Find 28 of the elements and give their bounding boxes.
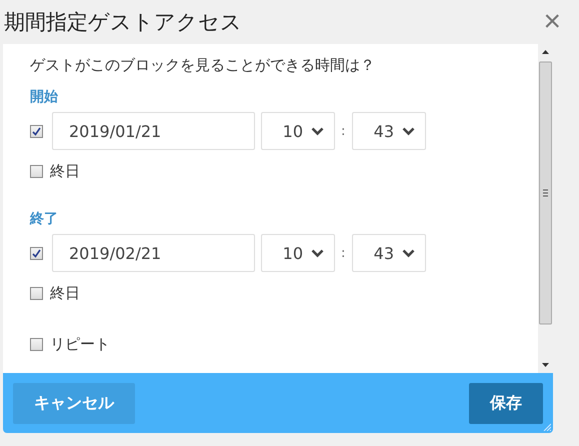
hour-select[interactable]: 10 [261,112,335,150]
minute-select[interactable]: 43 [352,112,426,150]
date-field[interactable]: 2019/01/21 [52,112,255,150]
save-button[interactable]: 保存 [469,382,543,424]
checkbox-label: 終日 [50,284,80,303]
time-separator: : [341,246,346,260]
time-separator: : [341,124,346,138]
question-text: ゲストがこのブロックを見ることができる時間は？ [30,56,376,75]
checkbox-label: 終日 [50,162,80,181]
checkbox[interactable] [30,165,43,178]
checkbox-label: リピート [50,335,110,354]
scrollbar[interactable] [538,44,553,373]
chevron-down-icon [311,126,324,136]
chevron-down-icon [311,248,324,258]
checkbox[interactable] [30,338,43,351]
checkbox[interactable] [30,287,43,300]
checkbox[interactable] [30,124,43,138]
section-heading: 開始 [30,88,59,106]
hour-select[interactable]: 10 [261,234,335,272]
minute-select[interactable]: 43 [352,234,426,272]
dialog-title: 期間指定ゲストアクセス [4,9,242,36]
section-heading: 終了 [30,210,59,228]
date-field[interactable]: 2019/02/21 [52,234,255,272]
resize-grip-icon[interactable] [543,423,551,431]
close-button[interactable]: × [543,7,561,37]
chevron-down-icon [402,126,415,136]
chevron-down-icon [402,248,415,258]
checkbox[interactable] [30,246,43,260]
